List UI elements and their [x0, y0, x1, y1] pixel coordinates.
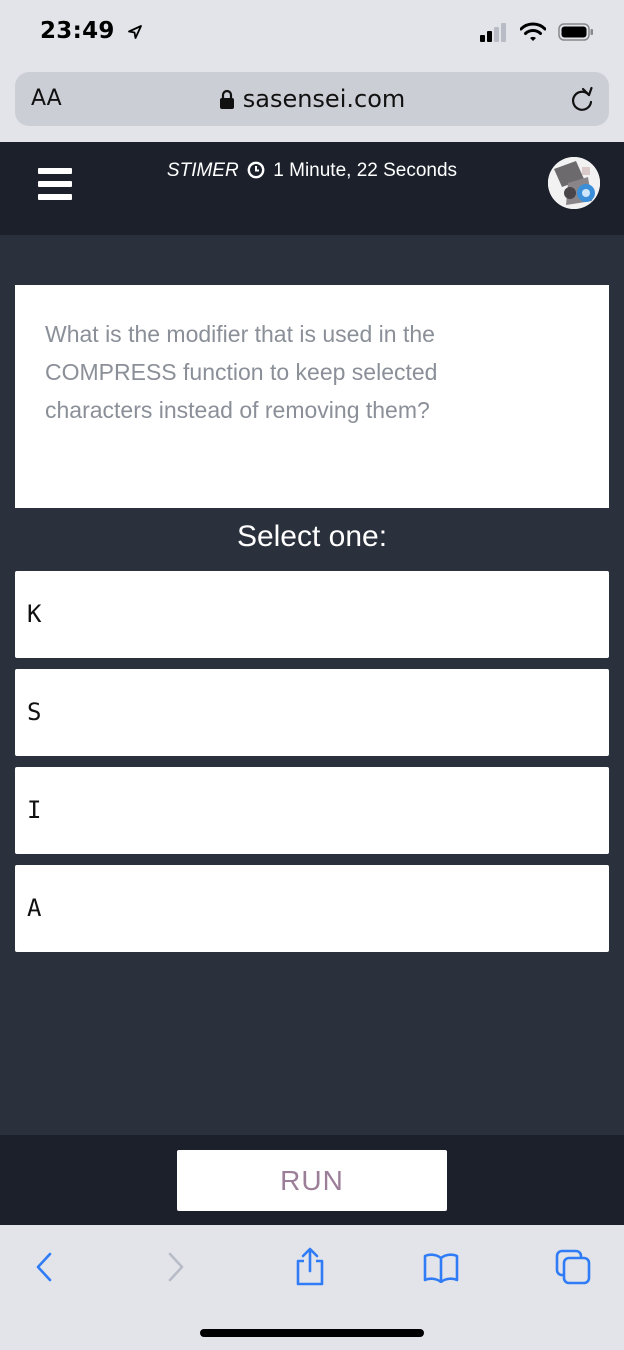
- forward-button[interactable]: [156, 1247, 196, 1287]
- option-label: K: [27, 600, 42, 628]
- share-button[interactable]: [290, 1247, 330, 1287]
- clock-icon: [247, 161, 265, 179]
- book-icon: [423, 1253, 459, 1283]
- browser-top-chrome: 23:49 AA sasensei.com: [0, 0, 624, 142]
- status-time: 23:49: [40, 18, 143, 44]
- chevron-right-icon: [168, 1252, 184, 1282]
- quiz-timer: STIMER 1 Minute, 22 Seconds: [0, 160, 624, 182]
- status-icons: [480, 20, 594, 44]
- browser-toolbar: [0, 1225, 624, 1350]
- wifi-icon: [520, 22, 546, 41]
- cellular-signal-icon: [480, 23, 506, 42]
- share-icon: [296, 1247, 324, 1286]
- option-label: I: [27, 796, 42, 824]
- run-button[interactable]: RUN: [177, 1150, 447, 1211]
- select-prompt: Select one:: [236, 520, 388, 553]
- tabs-button[interactable]: [553, 1247, 593, 1287]
- option-label: S: [27, 698, 42, 726]
- timer-value: 1 Minute, 22 Seconds: [273, 160, 458, 181]
- answer-option-2[interactable]: S: [15, 669, 609, 756]
- bookmarks-button[interactable]: [421, 1247, 461, 1287]
- battery-icon: [558, 23, 593, 41]
- site-navbar: STIMER 1 Minute, 22 Seconds: [0, 142, 624, 235]
- chevron-left-icon: [36, 1252, 52, 1282]
- question-text: What is the modifier that is used in the…: [45, 321, 438, 423]
- address-bar[interactable]: AA sasensei.com: [15, 72, 609, 126]
- user-avatar[interactable]: [548, 157, 600, 209]
- question-card: What is the modifier that is used in the…: [15, 285, 609, 508]
- reload-icon[interactable]: [569, 85, 595, 113]
- answer-option-3[interactable]: I: [15, 767, 609, 854]
- tabs-icon: [555, 1249, 591, 1285]
- option-label: A: [27, 894, 42, 922]
- url-display[interactable]: sasensei.com: [15, 85, 609, 113]
- home-indicator: [200, 1329, 424, 1337]
- back-button[interactable]: [24, 1247, 64, 1287]
- run-bar: RUN: [0, 1135, 624, 1225]
- answer-option-4[interactable]: A: [15, 865, 609, 952]
- lock-icon: [219, 89, 234, 109]
- avatar-image: [548, 157, 600, 209]
- location-arrow-icon: [128, 24, 142, 39]
- timer-label: STIMER: [166, 160, 239, 181]
- answer-option-1[interactable]: K: [15, 571, 609, 658]
